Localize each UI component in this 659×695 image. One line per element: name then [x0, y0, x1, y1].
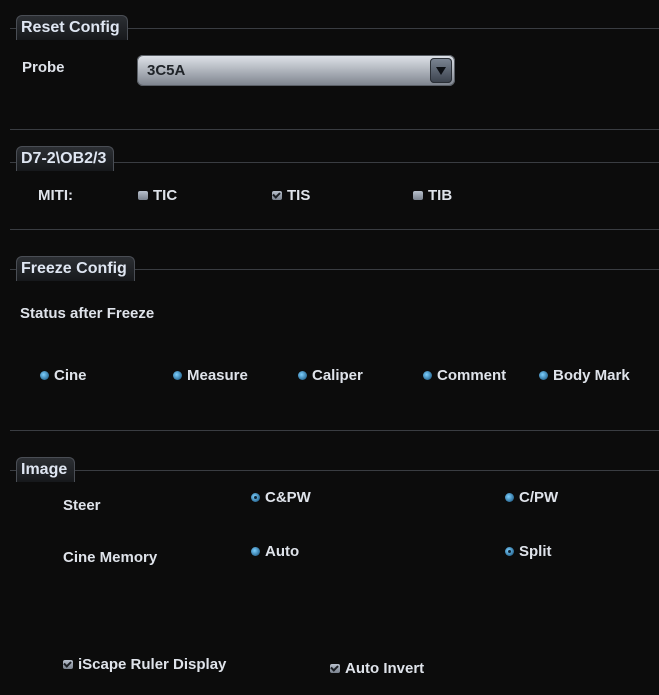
freeze-option-label: Caliper [312, 367, 363, 384]
freeze-option-comment[interactable]: Comment [423, 367, 506, 384]
freeze-option-label: Cine [54, 367, 87, 384]
tis-checkbox[interactable]: TIS [272, 187, 310, 204]
checkbox-checked-icon [63, 660, 73, 669]
radio-selected-icon [251, 493, 260, 502]
cine-option-label: Split [519, 543, 552, 560]
auto-invert-checkbox[interactable]: Auto Invert [330, 660, 424, 677]
freeze-option-caliper[interactable]: Caliper [298, 367, 363, 384]
freeze-option-cine[interactable]: Cine [40, 367, 87, 384]
tis-label: TIS [287, 187, 311, 204]
iscape-ruler-checkbox[interactable]: iScape Ruler Display [63, 656, 226, 673]
iscape-ruler-label: iScape Ruler Display [78, 656, 227, 673]
checkbox-checked-icon [330, 664, 340, 673]
radio-icon [505, 493, 514, 502]
checkbox-checked-icon [272, 191, 282, 200]
auto-invert-label: Auto Invert [345, 660, 425, 677]
radio-icon [40, 371, 49, 380]
tib-label: TIB [428, 187, 453, 204]
radio-icon [173, 371, 182, 380]
radio-icon [251, 547, 260, 556]
tic-checkbox[interactable]: TIC [138, 187, 177, 204]
steer-option-label: C&PW [265, 489, 311, 506]
steer-option-c-pw[interactable]: C/PW [505, 489, 558, 506]
freeze-option-label: Measure [187, 367, 248, 384]
probe-dropdown[interactable]: 3C5A [137, 55, 455, 86]
freeze-option-body-mark[interactable]: Body Mark [539, 367, 630, 384]
radio-icon [539, 371, 548, 380]
radio-icon [423, 371, 432, 380]
chevron-down-icon[interactable] [430, 58, 452, 83]
section-divider [10, 229, 659, 230]
radio-selected-icon [505, 547, 514, 556]
section-divider [10, 470, 659, 471]
radio-icon [298, 371, 307, 380]
tic-label: TIC [153, 187, 178, 204]
checkbox-icon [413, 191, 423, 200]
freeze-option-label: Comment [437, 367, 507, 384]
section-title-image: Image [16, 457, 76, 482]
section-title-d7: D7-2\OB2/3 [16, 146, 115, 171]
status-after-freeze-label: Status after Freeze [20, 305, 155, 322]
freeze-option-label: Body Mark [553, 367, 630, 384]
cine-option-split[interactable]: Split [505, 543, 552, 560]
settings-panel: Reset Config Probe 3C5A D7-2\OB2/3 MITI:… [0, 0, 659, 695]
section-divider [10, 129, 659, 130]
section-divider [10, 430, 659, 431]
cine-memory-label: Cine Memory [63, 549, 158, 566]
steer-option-cpw[interactable]: C&PW [251, 489, 311, 506]
freeze-option-measure[interactable]: Measure [173, 367, 248, 384]
section-title-reset-config: Reset Config [16, 15, 128, 40]
probe-dropdown-value: 3C5A [147, 62, 186, 79]
steer-option-label: C/PW [519, 489, 559, 506]
cine-option-label: Auto [265, 543, 300, 560]
probe-label: Probe [22, 59, 65, 76]
cine-option-auto[interactable]: Auto [251, 543, 299, 560]
tib-checkbox[interactable]: TIB [413, 187, 452, 204]
steer-label: Steer [63, 497, 101, 514]
checkbox-icon [138, 191, 148, 200]
miti-label: MITI: [38, 187, 73, 204]
section-title-freeze-config: Freeze Config [16, 256, 135, 281]
